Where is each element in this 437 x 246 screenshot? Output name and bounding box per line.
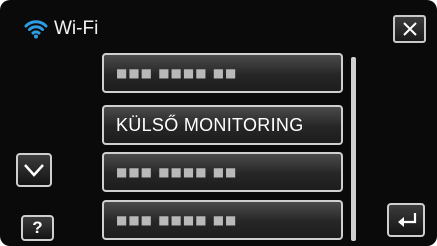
header: Wi-Fi — [24, 10, 98, 48]
scroll-down-button[interactable] — [16, 153, 52, 187]
page-title: Wi-Fi — [54, 18, 99, 39]
list-item-label: ■■■ ■■■■ ■■ — [116, 165, 238, 179]
list-item-label: ■■■ ■■■■ ■■ — [116, 213, 238, 227]
list-item-label: KÜLSŐ MONITORING — [116, 114, 304, 135]
list-item-4[interactable]: ■■■ ■■■■ ■■ — [102, 200, 343, 240]
close-icon — [402, 22, 417, 36]
scrollbar[interactable] — [351, 57, 356, 241]
help-button[interactable]: ? — [21, 215, 54, 241]
back-button[interactable] — [387, 203, 425, 237]
wifi-icon — [24, 20, 48, 39]
list-item-3[interactable]: ■■■ ■■■■ ■■ — [102, 152, 343, 192]
list-item-kulso-monitoring[interactable]: KÜLSŐ MONITORING — [102, 105, 343, 145]
chevron-down-icon — [24, 164, 44, 177]
list-item-1[interactable]: ■■■ ■■■■ ■■ — [102, 53, 343, 93]
help-label: ? — [32, 218, 43, 237]
return-arrow-icon — [398, 213, 417, 227]
close-button[interactable] — [393, 15, 426, 43]
wifi-screen: Wi-Fi ■■■ ■■■■ ■■ KÜLSŐ MONITORING ■■■ ■… — [0, 0, 437, 246]
list-item-label: ■■■ ■■■■ ■■ — [116, 66, 238, 80]
